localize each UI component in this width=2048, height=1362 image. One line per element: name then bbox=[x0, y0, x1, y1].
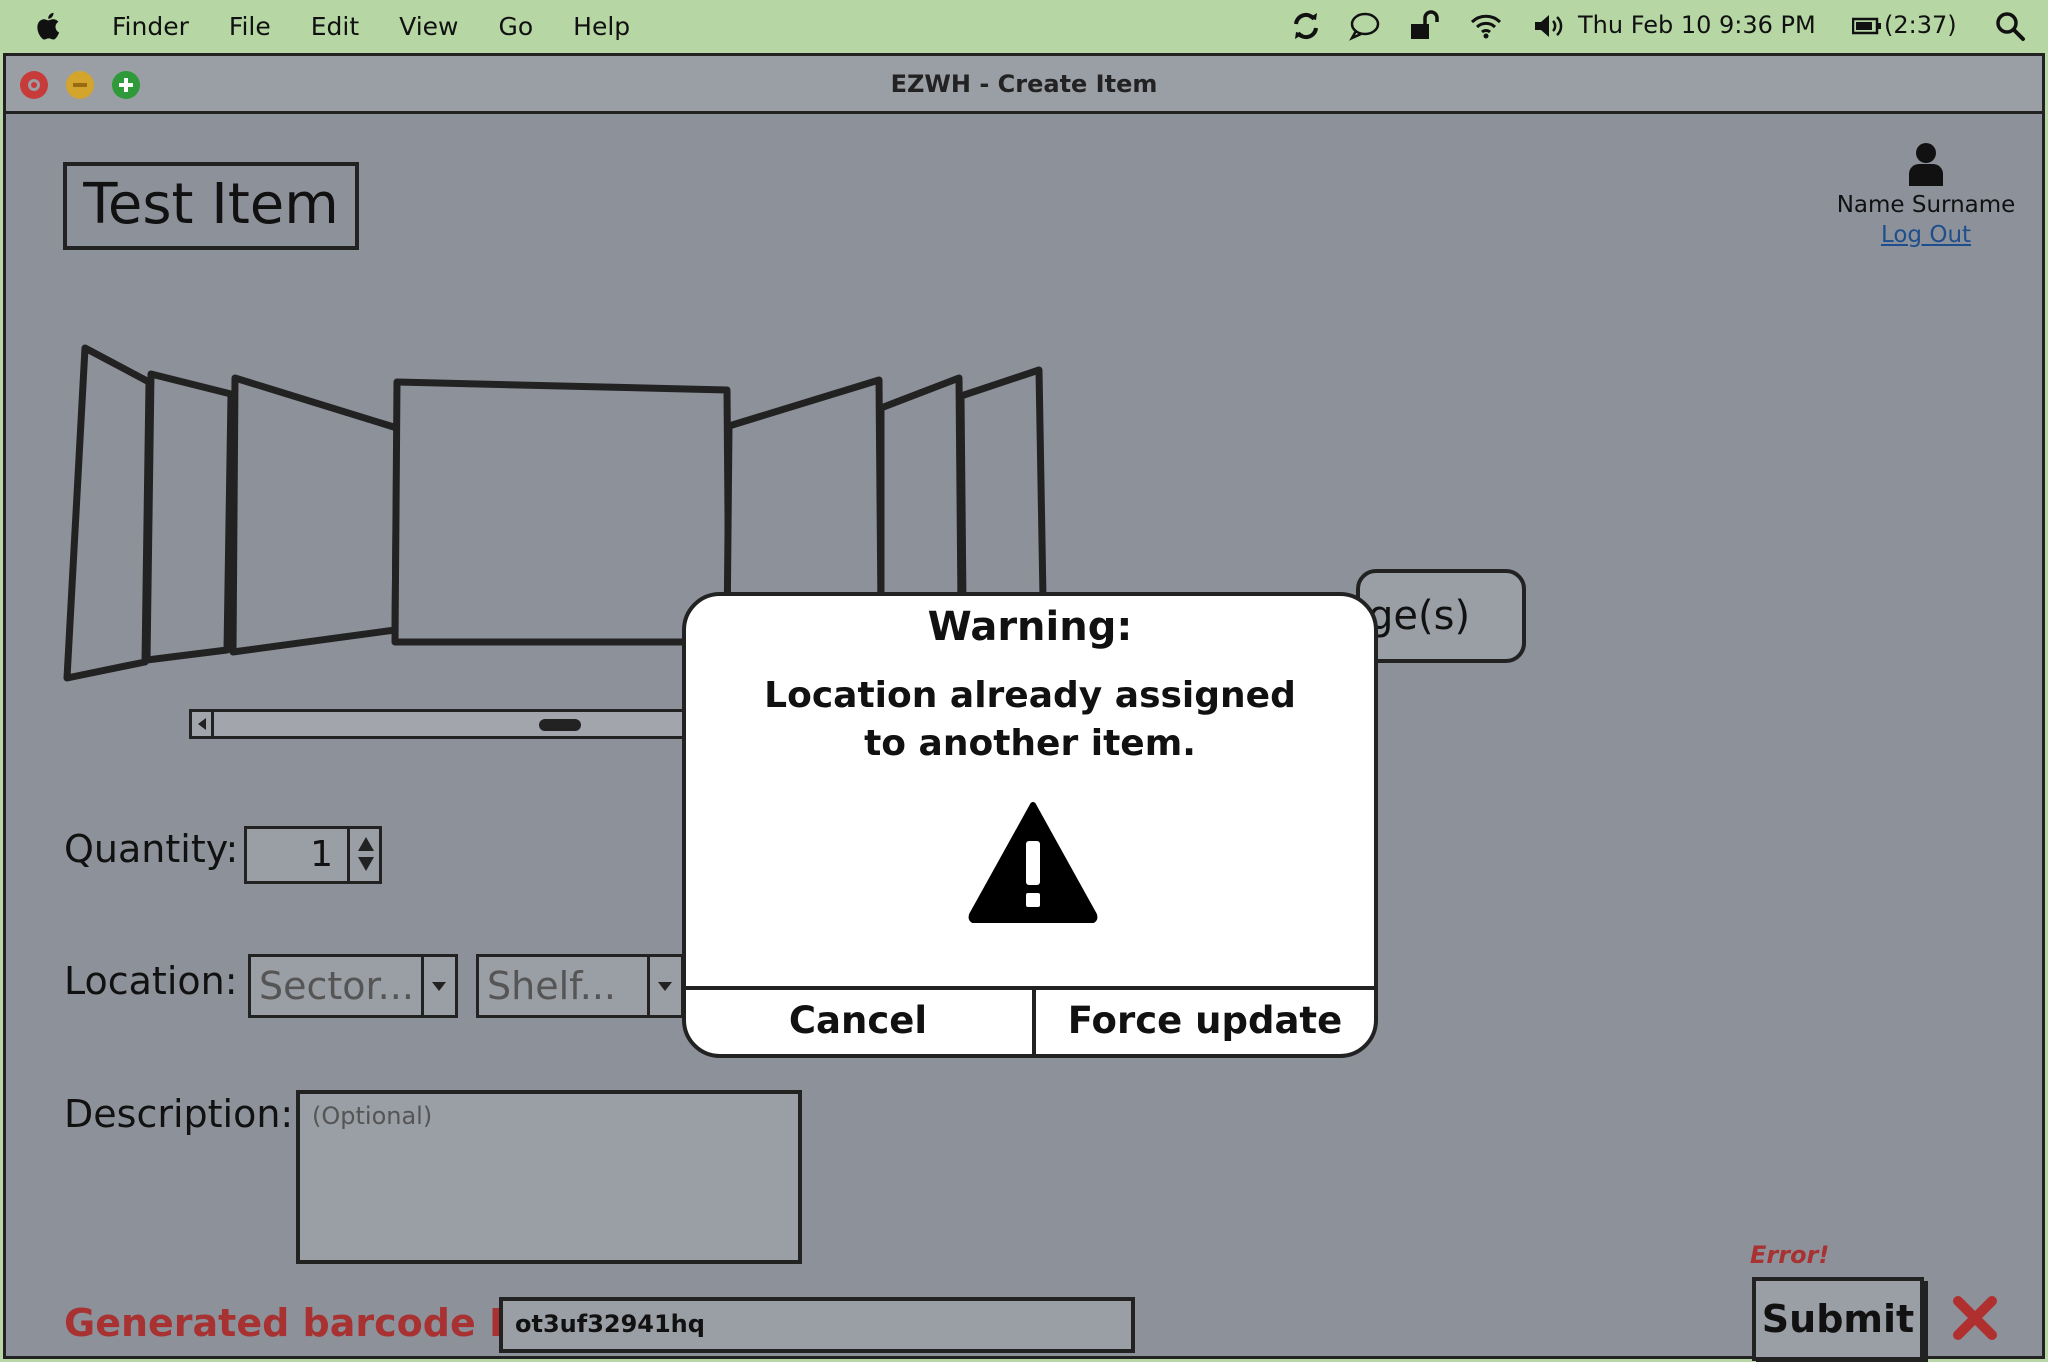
menu-edit[interactable]: Edit bbox=[311, 12, 359, 41]
carousel-scrollbar[interactable] bbox=[189, 709, 709, 739]
description-label: Description: bbox=[64, 1092, 294, 1136]
description-field[interactable]: (Optional) bbox=[296, 1090, 802, 1264]
shelf-select[interactable]: Shelf... bbox=[476, 954, 684, 1018]
barcode-field[interactable]: ot3uf32941hq bbox=[499, 1297, 1135, 1353]
menu-view[interactable]: View bbox=[399, 12, 458, 41]
menu-help[interactable]: Help bbox=[573, 12, 630, 41]
menu-file[interactable]: File bbox=[229, 12, 271, 41]
window-titlebar: EZWH - Create Item bbox=[6, 56, 2042, 114]
carousel-panel bbox=[391, 378, 733, 646]
user-name: Name Surname bbox=[1836, 192, 2016, 218]
quantity-stepper[interactable]: 1 bbox=[244, 826, 382, 884]
sector-placeholder: Sector... bbox=[259, 964, 414, 1008]
sector-select[interactable]: Sector... bbox=[248, 954, 458, 1018]
clock[interactable]: Thu Feb 10 9:36 PM bbox=[1578, 0, 1816, 52]
upload-images-button[interactable]: ge(s) bbox=[1356, 569, 1526, 663]
scroll-thumb[interactable] bbox=[539, 719, 581, 731]
unlocked-icon[interactable] bbox=[1408, 10, 1440, 42]
chevron-down-icon[interactable] bbox=[421, 957, 455, 1015]
dialog-title: Warning: bbox=[927, 604, 1133, 650]
menu-go[interactable]: Go bbox=[498, 12, 533, 41]
location-label: Location: bbox=[64, 959, 238, 1003]
shelf-placeholder: Shelf... bbox=[487, 964, 616, 1008]
quantity-label: Quantity: bbox=[64, 827, 239, 871]
create-item-form: Test Item Name Surname Log Out ge(s) Qua… bbox=[6, 117, 2042, 1361]
barcode-label: Generated barcode ID: bbox=[64, 1301, 550, 1345]
quantity-spin-arrows-icon[interactable] bbox=[347, 829, 379, 881]
battery-icon[interactable] bbox=[1852, 12, 1882, 40]
logout-link[interactable]: Log Out bbox=[1826, 222, 2026, 248]
error-x-icon bbox=[1953, 1296, 1997, 1340]
quantity-value[interactable]: 1 bbox=[310, 829, 333, 881]
carousel-panel bbox=[957, 366, 1047, 608]
submit-button[interactable]: Submit bbox=[1752, 1277, 1924, 1361]
window-title: EZWH - Create Item bbox=[890, 70, 1158, 98]
carousel-panel bbox=[63, 344, 153, 682]
carousel-panel bbox=[877, 374, 965, 618]
force-update-button[interactable]: Force update bbox=[1032, 990, 1374, 1054]
battery-time: (2:37) bbox=[1884, 11, 1957, 39]
chat-icon[interactable] bbox=[1348, 10, 1380, 42]
carousel-panel bbox=[143, 370, 235, 664]
search-icon[interactable] bbox=[1994, 10, 2026, 42]
user-icon bbox=[1909, 143, 1943, 186]
volume-icon[interactable] bbox=[1532, 10, 1564, 42]
item-title[interactable]: Test Item bbox=[63, 162, 359, 250]
scroll-left-arrow-icon[interactable] bbox=[192, 712, 214, 736]
warning-dialog: Warning: Location already assigned to an… bbox=[682, 592, 1378, 1058]
sync-icon[interactable] bbox=[1290, 10, 1322, 42]
error-message: Error! bbox=[1750, 1241, 1830, 1269]
menu-finder[interactable]: Finder bbox=[112, 12, 189, 41]
menu-bar: Finder File Edit View Go Help Thu Feb 10… bbox=[0, 0, 2048, 52]
wifi-icon[interactable] bbox=[1470, 10, 1502, 42]
user-block: Name Surname Log Out bbox=[1826, 142, 2026, 248]
app-window: EZWH - Create Item Test Item Name Surnam… bbox=[3, 53, 2045, 1361]
carousel-panel bbox=[229, 374, 401, 656]
apple-icon[interactable] bbox=[34, 12, 60, 40]
cancel-button[interactable]: Cancel bbox=[686, 990, 1030, 1054]
warning-icon bbox=[968, 802, 1098, 923]
chevron-down-icon[interactable] bbox=[647, 957, 681, 1015]
dialog-message: Location already assigned to another ite… bbox=[764, 675, 1296, 764]
